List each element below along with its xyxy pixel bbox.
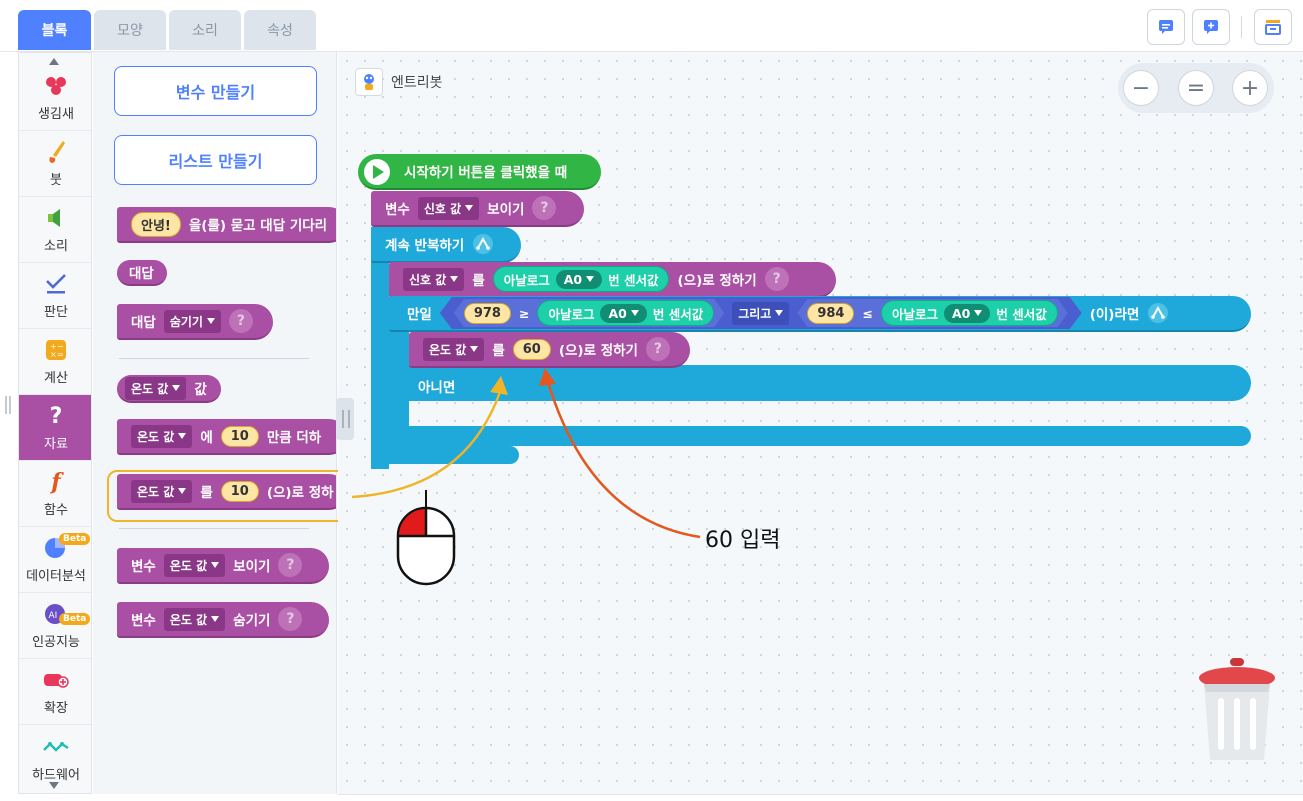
yellow-arrow	[351, 391, 502, 499]
canvas-bottom-border	[338, 794, 1303, 795]
annotation-arrows	[351, 368, 701, 539]
orange-arrow	[546, 381, 701, 539]
annotation-label: 60 입력	[705, 528, 781, 553]
yellow-arrowhead-icon	[490, 376, 508, 395]
orange-arrowhead-icon	[539, 368, 556, 386]
